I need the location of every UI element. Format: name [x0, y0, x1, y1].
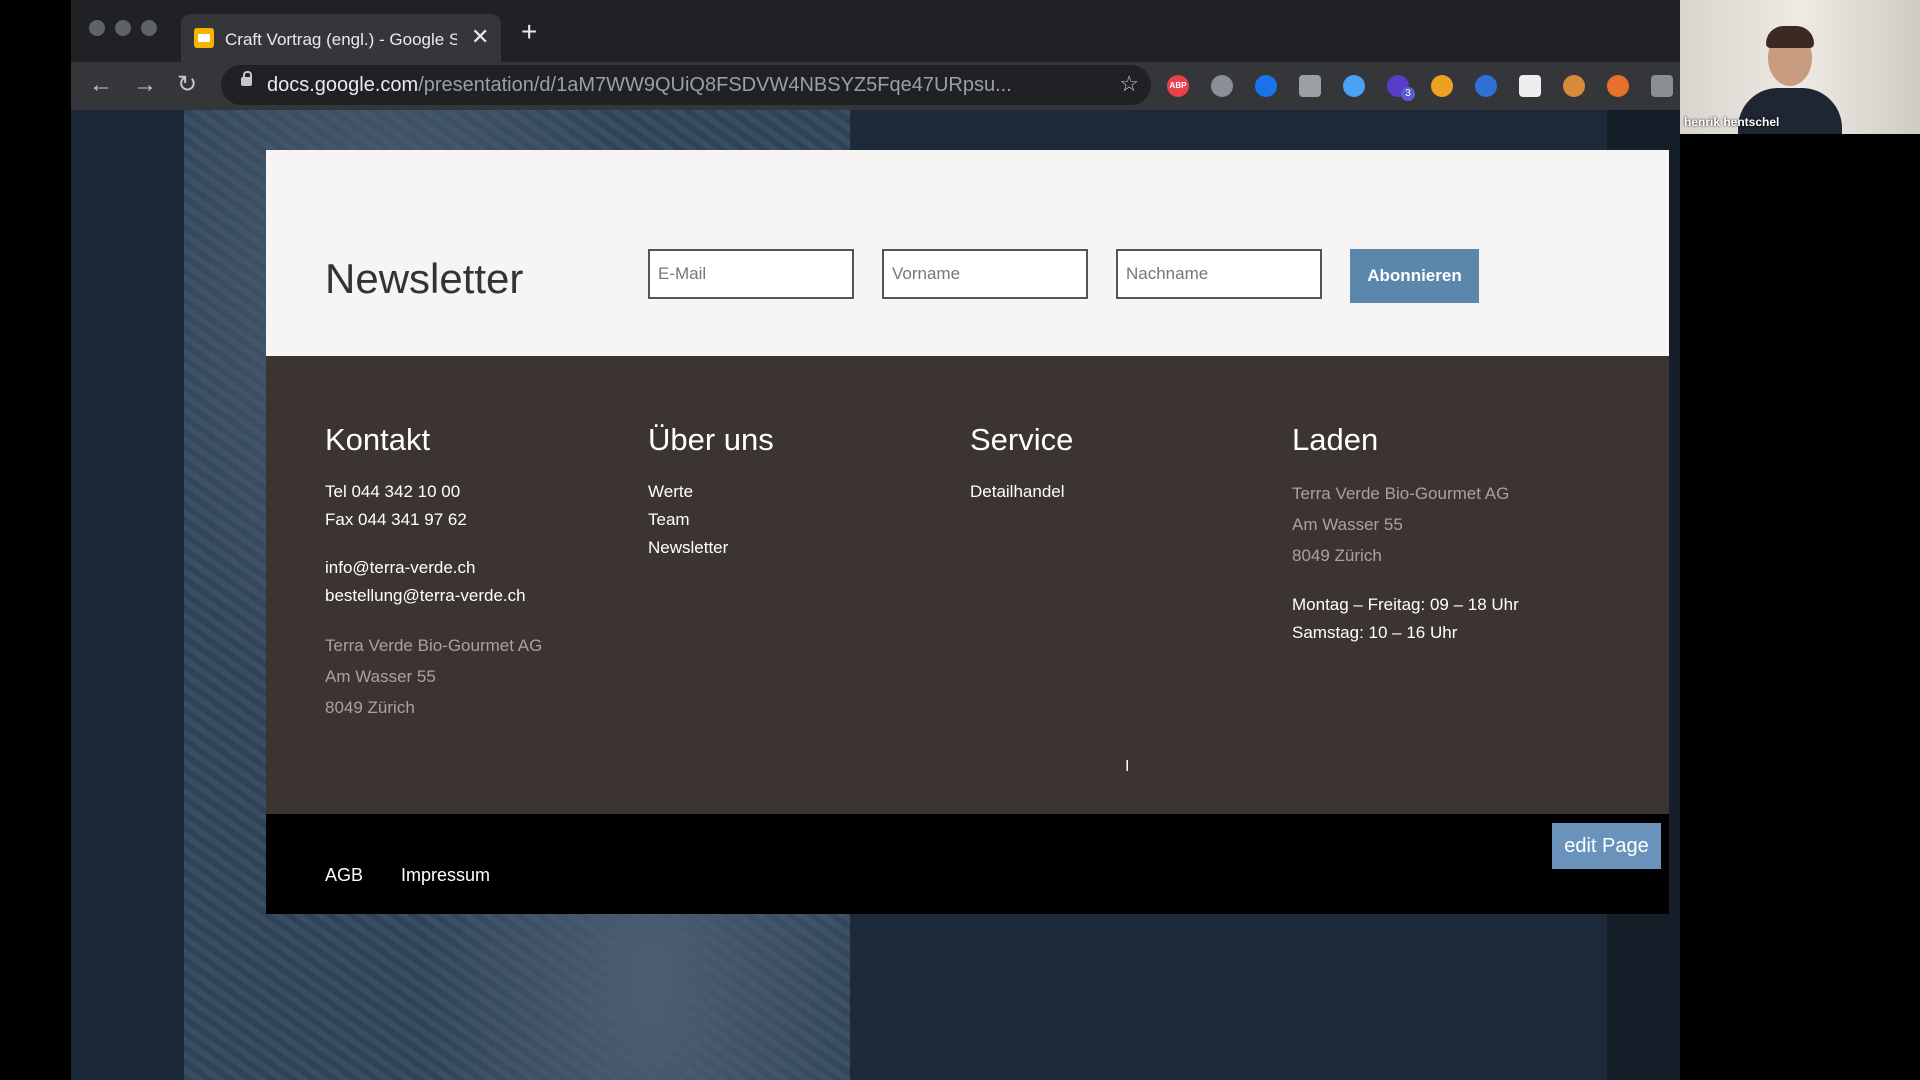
close-icon[interactable]: ✕: [471, 25, 489, 49]
gear-extension-icon[interactable]: [1431, 75, 1453, 97]
forward-icon[interactable]: →: [133, 70, 157, 100]
text-cursor-icon: I: [1125, 758, 1130, 775]
tab-slides[interactable]: Craft Vortrag (engl.) - Google Slides ✕: [181, 14, 501, 68]
service-heading: Service: [970, 422, 1074, 457]
ueber-uns-heading: Über uns: [648, 422, 774, 457]
footer-column-ueber-uns: Über uns Werte Team Newsletter: [648, 422, 774, 562]
footer-section: Kontakt Tel 044 342 10 00 Fax 044 341 97…: [266, 356, 1669, 814]
opening-hours-saturday: Samstag: 10 – 16 Uhr: [1292, 623, 1458, 642]
email-input[interactable]: [648, 249, 854, 299]
extension-icon-4[interactable]: [1299, 75, 1321, 97]
presenter-hair: [1766, 26, 1814, 48]
notion-extension-icon[interactable]: [1519, 75, 1541, 97]
adblock-extension-icon[interactable]: ABP: [1167, 75, 1189, 97]
newsletter-section: Newsletter Abonnieren: [266, 150, 1669, 356]
extension-icon-11[interactable]: [1607, 75, 1629, 97]
shop-company-name: Terra Verde Bio-Gourmet AG: [1292, 484, 1510, 503]
presenter-name: henrik hentschel: [1684, 115, 1780, 129]
reload-icon[interactable]: ↻: [177, 70, 197, 100]
legal-footer: AGB Impressum edit Page: [266, 814, 1669, 914]
browser-toolbar: ← → ↻ docs.google.com/presentation/d/1aM…: [71, 62, 1680, 110]
phone-text: Tel 044 342 10 00: [325, 482, 461, 501]
cookie-extension-icon[interactable]: [1563, 75, 1585, 97]
laden-heading: Laden: [1292, 422, 1379, 457]
footer-column-service: Service Detailhandel: [970, 422, 1073, 506]
company-name: Terra Verde Bio-Gourmet AG: [325, 636, 543, 655]
lastname-input[interactable]: [1116, 249, 1322, 299]
link-newsletter[interactable]: Newsletter: [648, 534, 774, 562]
window-minimize-dot[interactable]: [115, 20, 131, 36]
extension-icon-6[interactable]: 3: [1387, 75, 1415, 101]
subscribe-button[interactable]: Abonnieren: [1350, 249, 1479, 303]
new-tab-icon[interactable]: +: [521, 17, 537, 47]
street-address: Am Wasser 55: [325, 667, 436, 686]
shop-city-address: 8049 Zürich: [1292, 546, 1382, 565]
info-email-link[interactable]: info@terra-verde.ch: [325, 554, 542, 582]
link-team[interactable]: Team: [648, 506, 774, 534]
fax-text: Fax 044 341 97 62: [325, 510, 467, 529]
window-zoom-dot[interactable]: [141, 20, 157, 36]
agb-link[interactable]: AGB: [325, 865, 363, 886]
opening-hours-week: Montag – Freitag: 09 – 18 Uhr: [1292, 595, 1519, 614]
kontakt-heading: Kontakt: [325, 422, 431, 457]
puzzle-extension-icon[interactable]: [1651, 75, 1673, 97]
tab-strip: Craft Vortrag (engl.) - Google Slides ✕ …: [71, 0, 1680, 68]
link-werte[interactable]: Werte: [648, 478, 774, 506]
key-extension-icon[interactable]: [1475, 75, 1497, 97]
footer-column-laden: Laden Terra Verde Bio-Gourmet AG Am Wass…: [1292, 422, 1519, 647]
webcam-video: [1680, 0, 1920, 134]
extension-icon-2[interactable]: [1211, 75, 1233, 97]
newsletter-title: Newsletter: [325, 255, 524, 302]
impressum-link[interactable]: Impressum: [401, 865, 490, 886]
link-detailhandel[interactable]: Detailhandel: [970, 478, 1073, 506]
slides-icon: [194, 28, 214, 48]
window-close-dot[interactable]: [89, 20, 105, 36]
extension-badge: 3: [1401, 87, 1415, 101]
address-bar[interactable]: docs.google.com/presentation/d/1aM7WW9QU…: [221, 65, 1151, 105]
lock-icon[interactable]: [241, 71, 252, 86]
back-icon[interactable]: ←: [89, 70, 113, 100]
footer-column-kontakt: Kontakt Tel 044 342 10 00 Fax 044 341 97…: [325, 422, 542, 723]
firstname-input[interactable]: [882, 249, 1088, 299]
tab-title: Craft Vortrag (engl.) - Google Slides: [225, 30, 457, 49]
order-email-link[interactable]: bestellung@terra-verde.ch: [325, 582, 542, 610]
shop-street-address: Am Wasser 55: [1292, 515, 1403, 534]
city-address: 8049 Zürich: [325, 698, 415, 717]
extension-icon-3[interactable]: [1255, 75, 1277, 97]
diamond-extension-icon[interactable]: [1343, 75, 1365, 97]
bookmark-star-icon[interactable]: ☆: [1119, 71, 1139, 97]
edit-page-button[interactable]: edit Page: [1552, 823, 1661, 869]
url-text[interactable]: docs.google.com/presentation/d/1aM7WW9QU…: [267, 74, 1097, 97]
